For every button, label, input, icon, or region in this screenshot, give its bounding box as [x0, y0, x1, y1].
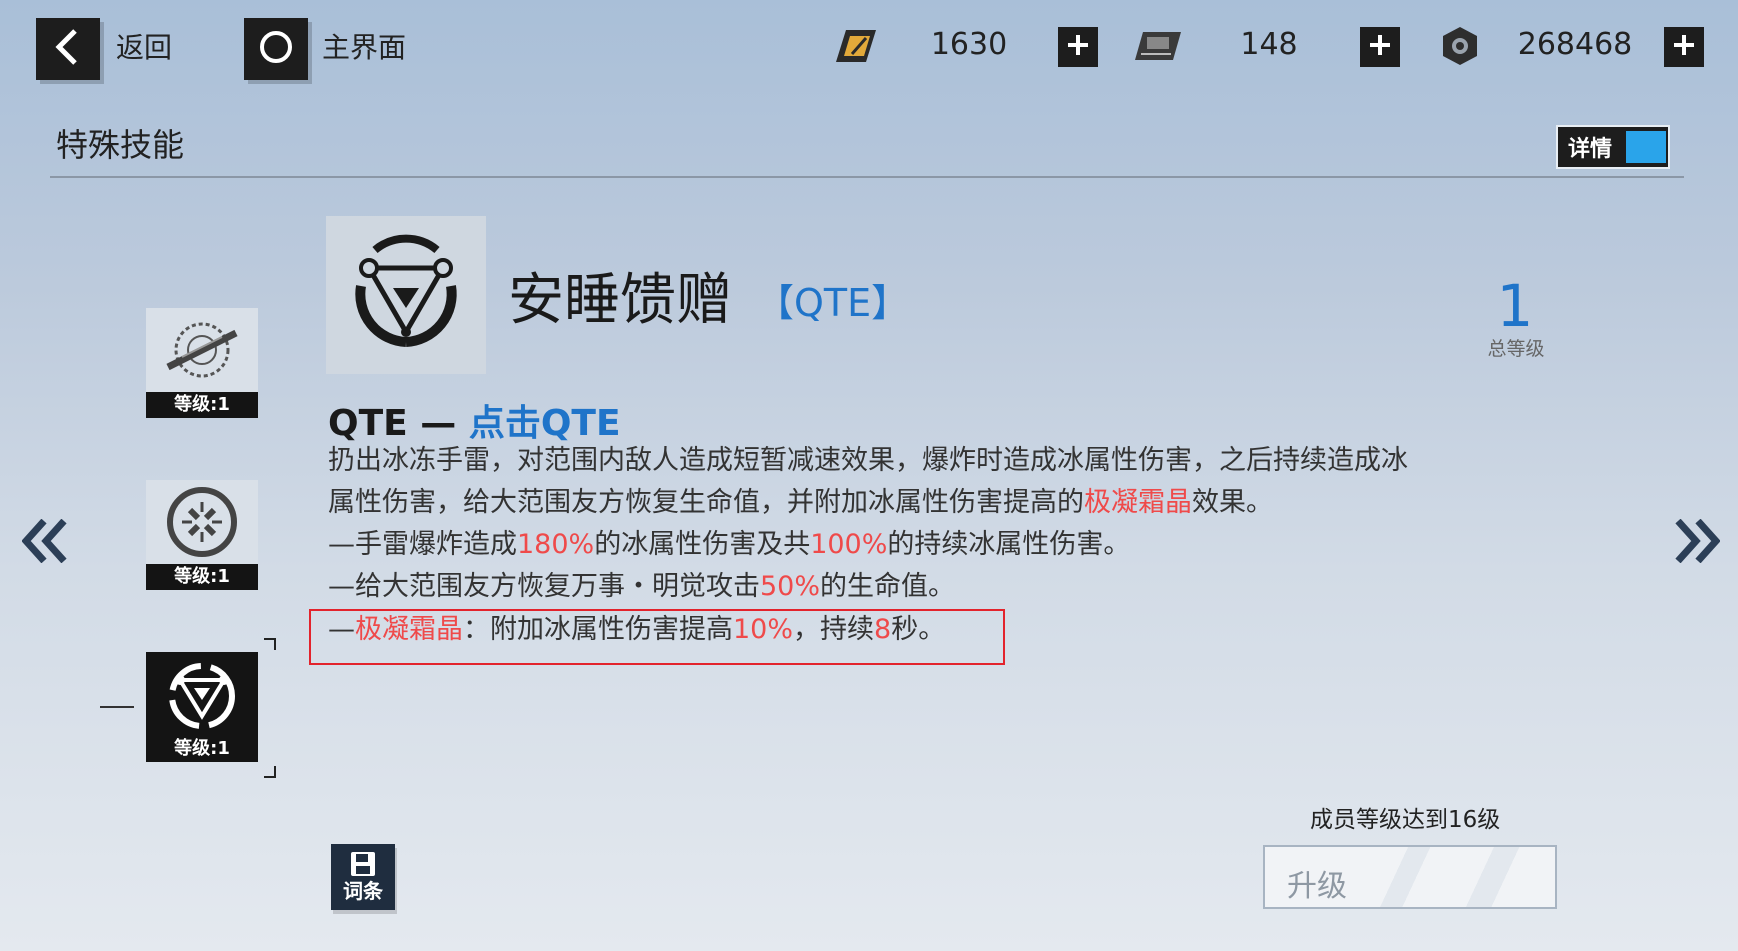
skill-level-label: 等级:1 — [146, 392, 258, 418]
resource-value-1: 1630 — [930, 27, 1008, 62]
circle-home-icon — [258, 29, 294, 69]
selection-connector — [100, 706, 134, 708]
value-explosion-damage: 180% — [517, 529, 595, 560]
triangle-grenade-icon — [146, 652, 258, 736]
detail-toggle[interactable]: 详情 — [1556, 125, 1670, 169]
total-level-label: 总等级 — [1487, 338, 1545, 360]
skill-level-label: 等级:1 — [146, 564, 258, 590]
home-label[interactable]: 主界面 — [322, 26, 406, 66]
qte-heading-action: 点击QTE — [468, 403, 621, 444]
entry-button[interactable]: 词条 — [331, 844, 395, 910]
hex-nut-icon — [1434, 24, 1486, 68]
selection-bracket-top — [264, 638, 276, 650]
next-arrow-icon[interactable] — [1672, 508, 1721, 578]
keyword-frost-crystal: 极凝霜晶 — [1084, 487, 1192, 518]
back-label[interactable]: 返回 — [116, 26, 172, 66]
desc-text: —给大范围友方恢复万事・明觉攻击 — [328, 571, 760, 602]
value-heal: 50% — [760, 571, 821, 602]
chip-card-icon — [1132, 24, 1184, 68]
skill-card-1[interactable]: 等级:1 — [146, 308, 258, 418]
plus-icon — [1672, 33, 1696, 61]
desc-line-3: —手雷爆炸造成180%的冰属性伤害及共100%的持续冰属性伤害。 — [328, 524, 1130, 566]
skill-main-icon — [326, 216, 486, 374]
resource-value-3: 268468 — [1517, 27, 1633, 62]
section-title: 特殊技能 — [56, 126, 185, 164]
target-reticle-icon — [146, 480, 258, 564]
upgrade-button[interactable]: 升级 — [1263, 845, 1557, 909]
upgrade-requirement: 成员等级达到16级 — [1310, 807, 1501, 833]
chevron-left-icon — [53, 29, 83, 69]
skill-type-tag: 【QTE】 — [756, 281, 910, 325]
desc-line-4: —给大范围友方恢复万事・明觉攻击50%的生命值。 — [328, 566, 955, 608]
plus-icon — [1066, 33, 1090, 61]
header-divider — [50, 176, 1684, 178]
gold-ticket-icon — [830, 24, 882, 68]
desc-text: 属性伤害，给大范围友方恢复生命值，并附加冰属性伤害提高的 — [328, 487, 1084, 518]
skill-card-2[interactable]: 等级:1 — [146, 480, 258, 590]
value-dot-damage: 100% — [810, 529, 888, 560]
triangle-grenade-icon — [341, 228, 471, 362]
skill-card-3-selected[interactable]: 等级:1 — [146, 652, 258, 762]
desc-line-2: 属性伤害，给大范围友方恢复生命值，并附加冰属性伤害提高的极凝霜晶效果。 — [328, 482, 1273, 524]
skill-name: 安睡馈赠 — [508, 268, 732, 333]
upgrade-button-label: 升级 — [1287, 869, 1347, 904]
back-button[interactable] — [36, 18, 100, 80]
plus-icon — [1368, 33, 1392, 61]
add-resource-2-button[interactable] — [1360, 27, 1400, 67]
add-resource-1-button[interactable] — [1058, 27, 1098, 67]
desc-text: 的冰属性伤害及共 — [594, 529, 811, 560]
highlight-box — [309, 609, 1005, 665]
detail-toggle-label: 详情 — [1568, 137, 1613, 162]
toggle-switch[interactable] — [1626, 131, 1666, 163]
add-resource-3-button[interactable] — [1664, 27, 1704, 67]
rifle-crosshair-icon — [146, 308, 258, 392]
entry-button-label: 词条 — [343, 879, 383, 903]
skill-level-label: 等级:1 — [146, 736, 258, 762]
desc-text: 的生命值。 — [820, 571, 956, 602]
desc-text: 效果。 — [1192, 487, 1273, 518]
qte-heading: QTE — 点击QTE — [328, 394, 621, 446]
selection-bracket-bottom — [264, 766, 276, 778]
desc-line-1: 扔出冰冻手雷，对范围内敌人造成短暂减速效果，爆炸时造成冰属性伤害，之后持续造成冰 — [328, 445, 1408, 476]
total-level-value: 1 — [1496, 272, 1534, 340]
home-button[interactable] — [244, 18, 308, 80]
desc-text: —手雷爆炸造成 — [328, 529, 517, 560]
prev-arrow-icon[interactable] — [21, 508, 70, 578]
resource-value-2: 148 — [1240, 27, 1298, 62]
desc-text: 的持续冰属性伤害。 — [887, 529, 1131, 560]
qte-heading-prefix: QTE — — [328, 403, 469, 444]
